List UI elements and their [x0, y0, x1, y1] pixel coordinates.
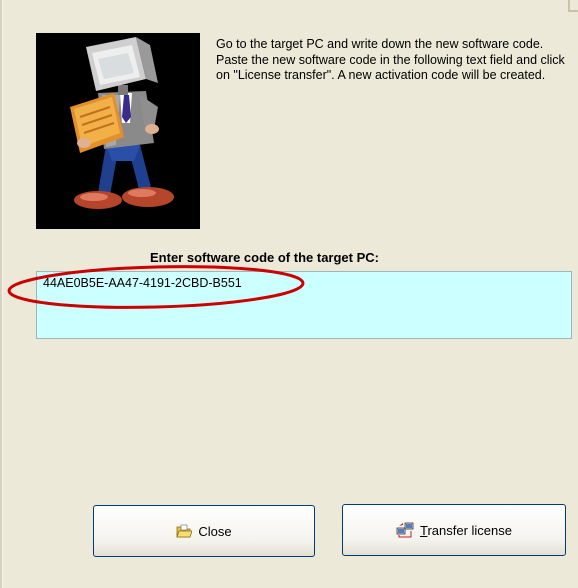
- computer-man-illustration-icon: [36, 33, 200, 229]
- transfer-license-label: Transfer license: [420, 523, 512, 538]
- instructions-text: Go to the target PC and write down the n…: [216, 37, 565, 82]
- transfer-computers-icon: [396, 522, 414, 538]
- software-code-label: Enter software code of the target PC:: [150, 250, 379, 265]
- software-code-input[interactable]: 44AE0B5E-AA47-4191-2CBD-B551: [36, 271, 572, 339]
- transfer-license-button[interactable]: Transfer license: [342, 504, 566, 556]
- dialog-corner: [568, 0, 578, 12]
- dialog-left-border: [0, 0, 3, 588]
- folder-open-icon: [176, 524, 193, 538]
- close-button-label: Close: [198, 523, 232, 539]
- transfer-label-rest: ransfer license: [427, 522, 512, 538]
- close-button[interactable]: Close: [93, 505, 315, 557]
